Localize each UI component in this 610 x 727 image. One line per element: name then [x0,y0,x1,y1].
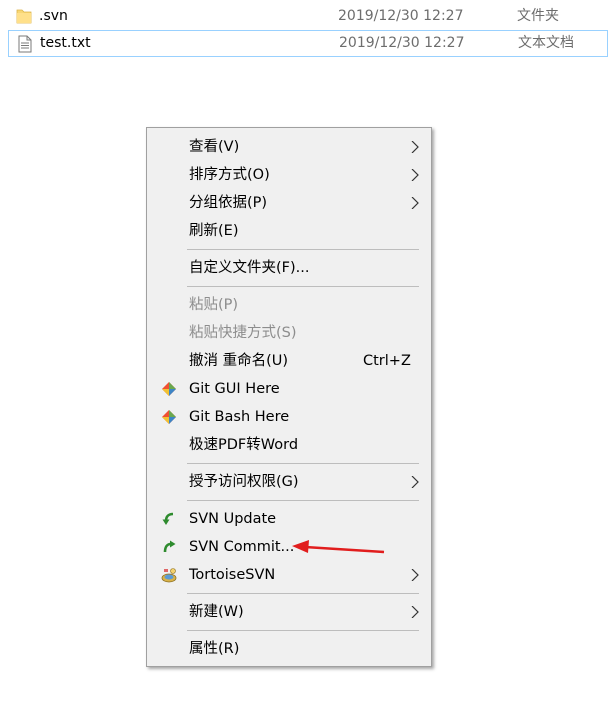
menu-item-shortcut: Ctrl+Z [363,353,411,369]
file-type: 文本文档 [518,35,574,51]
tortoisesvn-icon [161,568,177,583]
svn-update-icon [162,512,174,525]
menu-item-label: 刷新(E) [189,223,239,239]
menu-item-label: TortoiseSVN [189,567,276,583]
menu-item-label: 属性(R) [189,641,240,657]
menu-separator [187,630,419,631]
menu-item-sort[interactable]: 排序方式(O) [149,161,429,189]
menu-item-undo-rename[interactable]: 撤消 重命名(U) Ctrl+Z [149,347,429,375]
menu-item-label: 排序方式(O) [189,167,270,183]
menu-item-label: 查看(V) [189,139,240,155]
menu-item-label: 撤消 重命名(U) [189,353,289,369]
menu-item-label: Git Bash Here [189,409,290,425]
folder-icon [16,9,32,24]
menu-item-paste: 粘贴(P) [149,291,429,319]
chevron-right-icon [411,197,419,209]
chevron-right-icon [411,169,419,181]
menu-separator [187,463,419,464]
file-name: .svn [39,8,68,24]
menu-item-svn-update[interactable]: SVN Update [149,505,429,533]
menu-item-tortoisesvn[interactable]: TortoiseSVN [149,561,429,589]
text-file-icon [18,35,32,53]
menu-item-new[interactable]: 新建(W) [149,598,429,626]
chevron-right-icon [411,569,419,581]
file-date: 2019/12/30 12:27 [338,8,464,24]
file-row-test-txt[interactable]: test.txt 2019/12/30 12:27 文本文档 [8,30,608,57]
git-icon [162,382,176,396]
file-row-svn[interactable]: .svn 2019/12/30 12:27 文件夹 [8,3,608,29]
file-type: 文件夹 [517,8,559,24]
menu-item-group[interactable]: 分组依据(P) [149,189,429,217]
context-menu: 查看(V) 排序方式(O) 分组依据(P) 刷新(E) 自定义文件夹(F)...… [146,127,432,667]
menu-item-label: SVN Commit... [189,539,295,555]
menu-item-label: 粘贴快捷方式(S) [189,325,297,341]
menu-item-properties[interactable]: 属性(R) [149,635,429,663]
menu-item-paste-shortcut: 粘贴快捷方式(S) [149,319,429,347]
menu-item-label: 授予访问权限(G) [189,474,299,490]
chevron-right-icon [411,476,419,488]
menu-item-view[interactable]: 查看(V) [149,133,429,161]
menu-item-label: SVN Update [189,511,277,527]
chevron-right-icon [411,606,419,618]
chevron-right-icon [411,141,419,153]
file-name: test.txt [40,35,91,51]
menu-item-customize-folder[interactable]: 自定义文件夹(F)... [149,254,429,282]
svn-commit-icon [163,540,176,553]
menu-item-label: 新建(W) [189,604,244,620]
menu-separator [187,249,419,250]
menu-item-grant-access[interactable]: 授予访问权限(G) [149,468,429,496]
menu-item-svn-commit[interactable]: SVN Commit... [149,533,429,561]
menu-separator [187,593,419,594]
git-icon [162,410,176,424]
menu-item-git-gui[interactable]: Git GUI Here [149,375,429,403]
file-date: 2019/12/30 12:27 [339,35,465,51]
menu-item-label: 分组依据(P) [189,195,268,211]
menu-item-label: 自定义文件夹(F)... [189,260,310,276]
menu-item-label: 极速PDF转Word [189,437,299,453]
menu-item-label: Git GUI Here [189,381,280,397]
menu-separator [187,500,419,501]
menu-separator [187,286,419,287]
menu-item-refresh[interactable]: 刷新(E) [149,217,429,245]
menu-item-pdf-to-word[interactable]: 极速PDF转Word [149,431,429,459]
menu-item-git-bash[interactable]: Git Bash Here [149,403,429,431]
menu-item-label: 粘贴(P) [189,297,239,313]
